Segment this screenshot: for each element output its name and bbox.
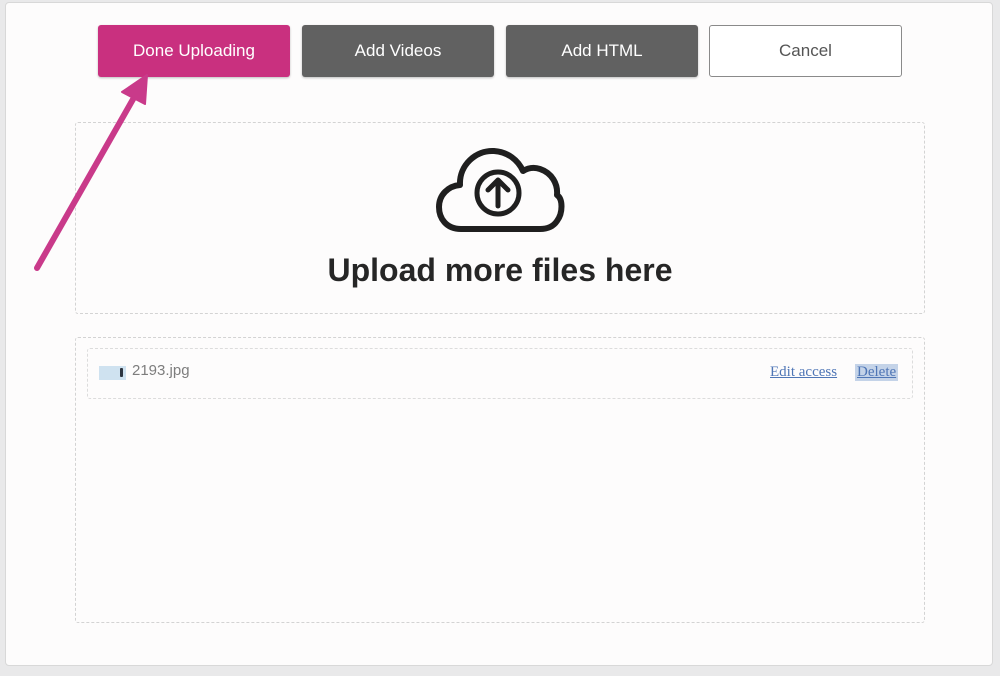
done-uploading-button[interactable]: Done Uploading (98, 25, 290, 77)
add-videos-label: Add Videos (354, 41, 442, 60)
cancel-label: Cancel (779, 41, 832, 60)
add-html-button[interactable]: Add HTML (506, 25, 698, 77)
file-name: 2193.jpg (132, 362, 190, 379)
cancel-button[interactable]: Cancel (709, 25, 902, 77)
thumbnail-figure (120, 368, 123, 377)
upload-more-files-text: Upload more files here (327, 252, 673, 288)
delete-link[interactable]: Delete (855, 364, 899, 381)
add-html-label: Add HTML (561, 41, 643, 60)
add-videos-button[interactable]: Add Videos (302, 25, 494, 77)
edit-access-link[interactable]: Edit access (770, 364, 837, 381)
done-uploading-label: Done Uploading (133, 41, 255, 60)
cloud-upload-icon (436, 148, 565, 232)
